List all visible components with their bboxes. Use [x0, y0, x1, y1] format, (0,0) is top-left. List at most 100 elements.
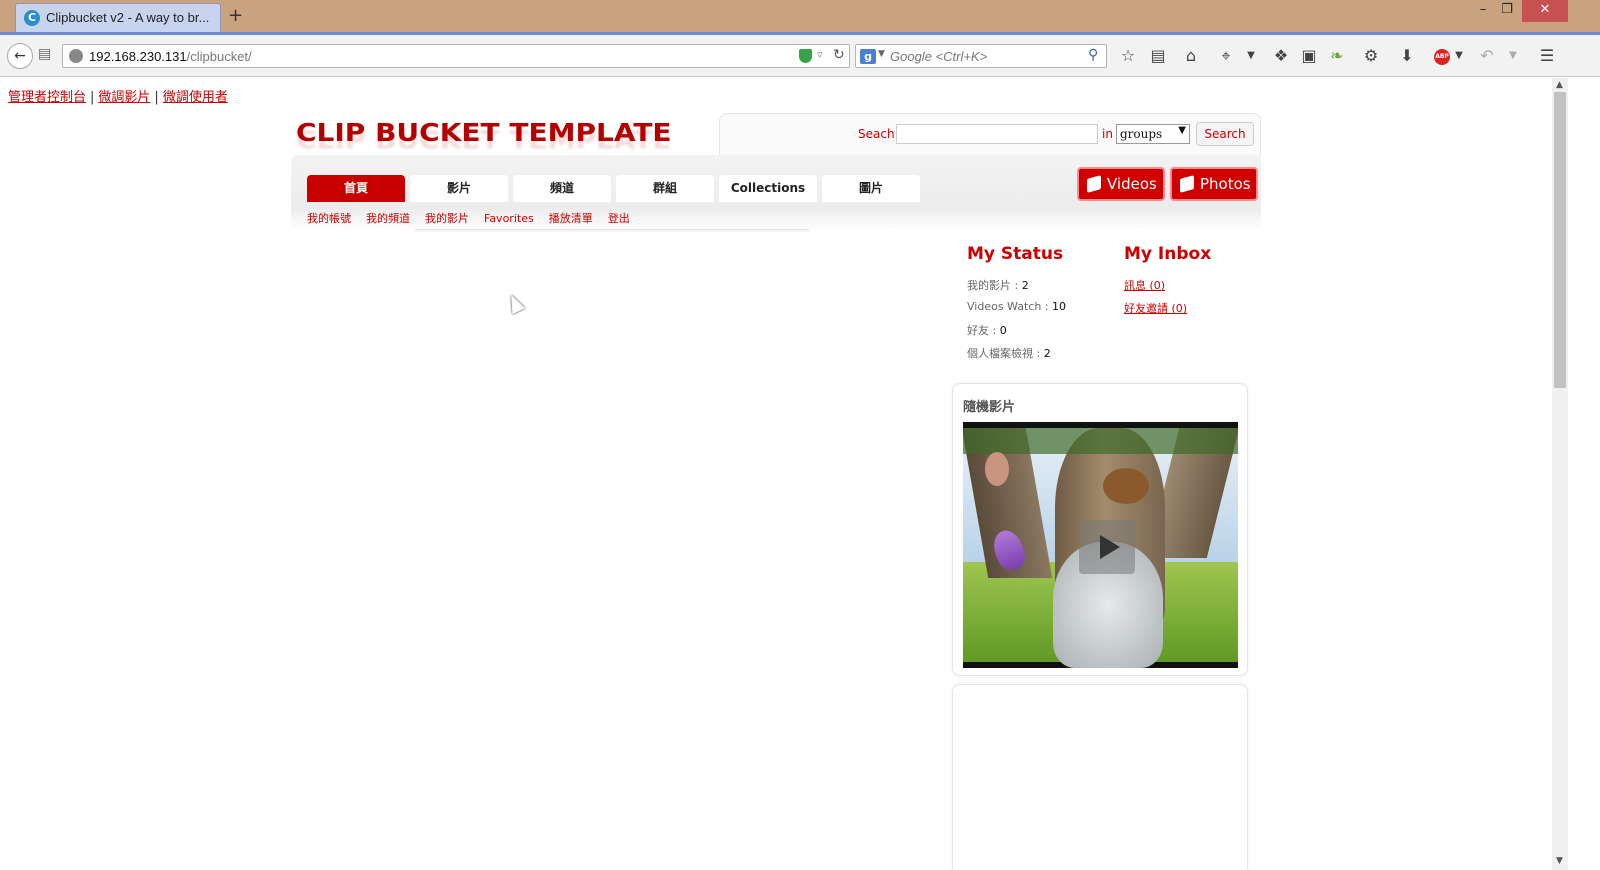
magnifier-icon[interactable]: ⚲ [1088, 47, 1098, 63]
browser-toolbar: ← ▤ 192.168.230.131/clipbucket/ ▿ ↻ g ▼ … [0, 32, 1600, 77]
status-label: 好友 : [967, 324, 1000, 337]
play-button[interactable] [1079, 520, 1135, 574]
reading-list-icon[interactable]: ▤ [1147, 45, 1169, 67]
url-path: /clipbucket/ [186, 49, 252, 64]
subnav-playlists[interactable]: 播放清單 [549, 212, 593, 225]
crop-icon[interactable]: ⌖ [1215, 45, 1237, 67]
upload-photos-label: Photos [1200, 175, 1251, 193]
status-label: 個人檔案檢視 : [967, 347, 1044, 360]
reload-icon[interactable]: ↻ [833, 47, 845, 63]
separator: | [154, 90, 159, 105]
upload-videos-button[interactable]: Videos [1077, 167, 1165, 201]
back-arrow-icon[interactable]: ← [7, 43, 33, 69]
search-type-select[interactable]: groups ▼ [1116, 124, 1190, 144]
home-icon[interactable]: ⌂ [1180, 45, 1202, 67]
engine-dropdown-icon[interactable]: ▼ [878, 49, 885, 59]
divider [415, 229, 809, 230]
window-edge [1568, 78, 1600, 870]
video-scene-leaves [963, 428, 1238, 454]
my-status-title: My Status [967, 244, 1064, 264]
upload-photos-button[interactable]: Photos [1170, 167, 1258, 201]
site-logo[interactable]: CLIP BUCKET TEMPLATE [296, 118, 672, 148]
sidebar-box [952, 684, 1248, 870]
scroll-up-icon[interactable]: ▲ [1556, 80, 1563, 90]
puzzle-icon[interactable]: ⚙ [1360, 45, 1382, 67]
status-value: 10 [1052, 300, 1066, 313]
tab-title: Clipbucket v2 - A way to br... [46, 10, 210, 25]
search-type-value: groups [1120, 127, 1163, 141]
leaf-icon[interactable]: ❧ [1326, 45, 1348, 67]
bookmark-star-icon[interactable]: ☆ [1117, 45, 1139, 67]
google-engine-icon[interactable]: g [860, 49, 876, 64]
tab-groups-icon[interactable]: ▤ [38, 46, 51, 62]
browser-titlebar: C Clipbucket v2 - A way to br... + – ❐ ✕ [0, 0, 1600, 32]
status-label: 我的影片 : [967, 279, 1022, 292]
site-search-input[interactable] [896, 124, 1098, 144]
nav-tab-channels[interactable]: 頻道 [513, 175, 611, 202]
status-value: 0 [999, 324, 1007, 337]
clipbucket-favicon-icon: C [24, 10, 40, 26]
subnav-my-videos[interactable]: 我的影片 [425, 212, 469, 225]
browser-search-placeholder: Google <Ctrl+K> [890, 49, 988, 64]
site-search-panel: Seach in groups ▼ Search [719, 113, 1261, 155]
status-my-videos: 我的影片 : 2 [967, 277, 1029, 293]
shield-icon[interactable] [799, 49, 812, 63]
inbox-messages-link[interactable]: 訊息 (0) [1124, 277, 1165, 293]
video-scene-creature [985, 452, 1009, 486]
extension-icon[interactable]: ❖ [1270, 45, 1292, 67]
new-tab-button[interactable]: + [228, 5, 243, 26]
nav-tab-home[interactable]: 首頁 [307, 175, 405, 202]
inbox-friend-requests-link[interactable]: 好友邀請 (0) [1124, 300, 1187, 316]
subnav-favorites[interactable]: Favorites [484, 212, 534, 225]
admin-link-control-panel[interactable]: 管理者控制台 [8, 90, 86, 105]
subnav-my-account[interactable]: 我的帳號 [307, 212, 351, 225]
undo-icon[interactable]: ↶ [1476, 45, 1498, 67]
site-identity-icon[interactable] [69, 49, 83, 63]
adblock-dropdown-icon[interactable]: ▼ [1448, 45, 1470, 67]
search-label: Seach [858, 127, 895, 141]
screenshot-icon[interactable]: ▣ [1298, 45, 1320, 67]
status-value: 2 [1021, 279, 1029, 292]
url-bar[interactable]: 192.168.230.131/clipbucket/ ▿ ↻ [62, 44, 850, 68]
status-label: Videos Watch : [967, 300, 1052, 313]
upload-videos-label: Videos [1107, 175, 1157, 193]
maximize-button[interactable]: ❐ [1496, 0, 1518, 22]
nav-tab-photos[interactable]: 圖片 [822, 175, 920, 202]
search-in-label: in [1102, 127, 1113, 141]
subnav-my-channel[interactable]: 我的頻道 [366, 212, 410, 225]
close-window-button[interactable]: ✕ [1522, 0, 1568, 22]
nav-tab-collections[interactable]: Collections [719, 175, 817, 202]
nav-tab-groups[interactable]: 群組 [616, 175, 714, 202]
browser-search-bar[interactable]: g ▼ Google <Ctrl+K> ⚲ [855, 44, 1107, 68]
status-friends: 好友 : 0 [967, 322, 1007, 338]
random-video-player[interactable] [963, 422, 1238, 668]
admin-link-moderate-videos[interactable]: 微調影片 [98, 90, 150, 105]
dropdown-icon[interactable]: ▼ [1240, 45, 1262, 67]
mouse-cursor-icon [504, 291, 526, 315]
subnav-logout[interactable]: 登出 [608, 212, 630, 225]
download-icon[interactable]: ⬇ [1396, 45, 1418, 67]
undo-dropdown-icon[interactable]: ▼ [1502, 45, 1524, 67]
browser-tab[interactable]: C Clipbucket v2 - A way to br... [15, 3, 221, 32]
admin-link-moderate-users[interactable]: 微調使用者 [163, 90, 228, 105]
chevron-down-icon: ▼ [1178, 125, 1186, 136]
minimize-button[interactable]: – [1472, 0, 1494, 22]
video-scene-squirrel [1103, 468, 1149, 504]
page-scrollbar[interactable]: ▲ ▼ [1552, 78, 1568, 870]
url-host: 192.168.230.131 [89, 49, 187, 64]
upload-icon [1087, 175, 1101, 193]
random-video-box: 隨機影片 [952, 383, 1248, 676]
scroll-thumb[interactable] [1554, 92, 1566, 388]
menu-icon[interactable]: ☰ [1536, 45, 1558, 67]
play-icon [1100, 535, 1120, 559]
status-profile-views: 個人檔案檢視 : 2 [967, 345, 1051, 361]
status-videos-watch: Videos Watch : 10 [967, 300, 1066, 313]
status-value: 2 [1043, 347, 1051, 360]
nav-tab-videos[interactable]: 影片 [410, 175, 508, 202]
history-dropdown-icon[interactable]: ▿ [817, 48, 823, 61]
site-search-button[interactable]: Search [1196, 122, 1254, 146]
scroll-down-icon[interactable]: ▼ [1556, 856, 1563, 866]
separator: | [90, 90, 95, 105]
upload-icon [1180, 175, 1194, 193]
page-viewport: 管理者控制台 | 微調影片 | 微調使用者 CLIP BUCKET TEMPLATE S… [0, 78, 1552, 870]
